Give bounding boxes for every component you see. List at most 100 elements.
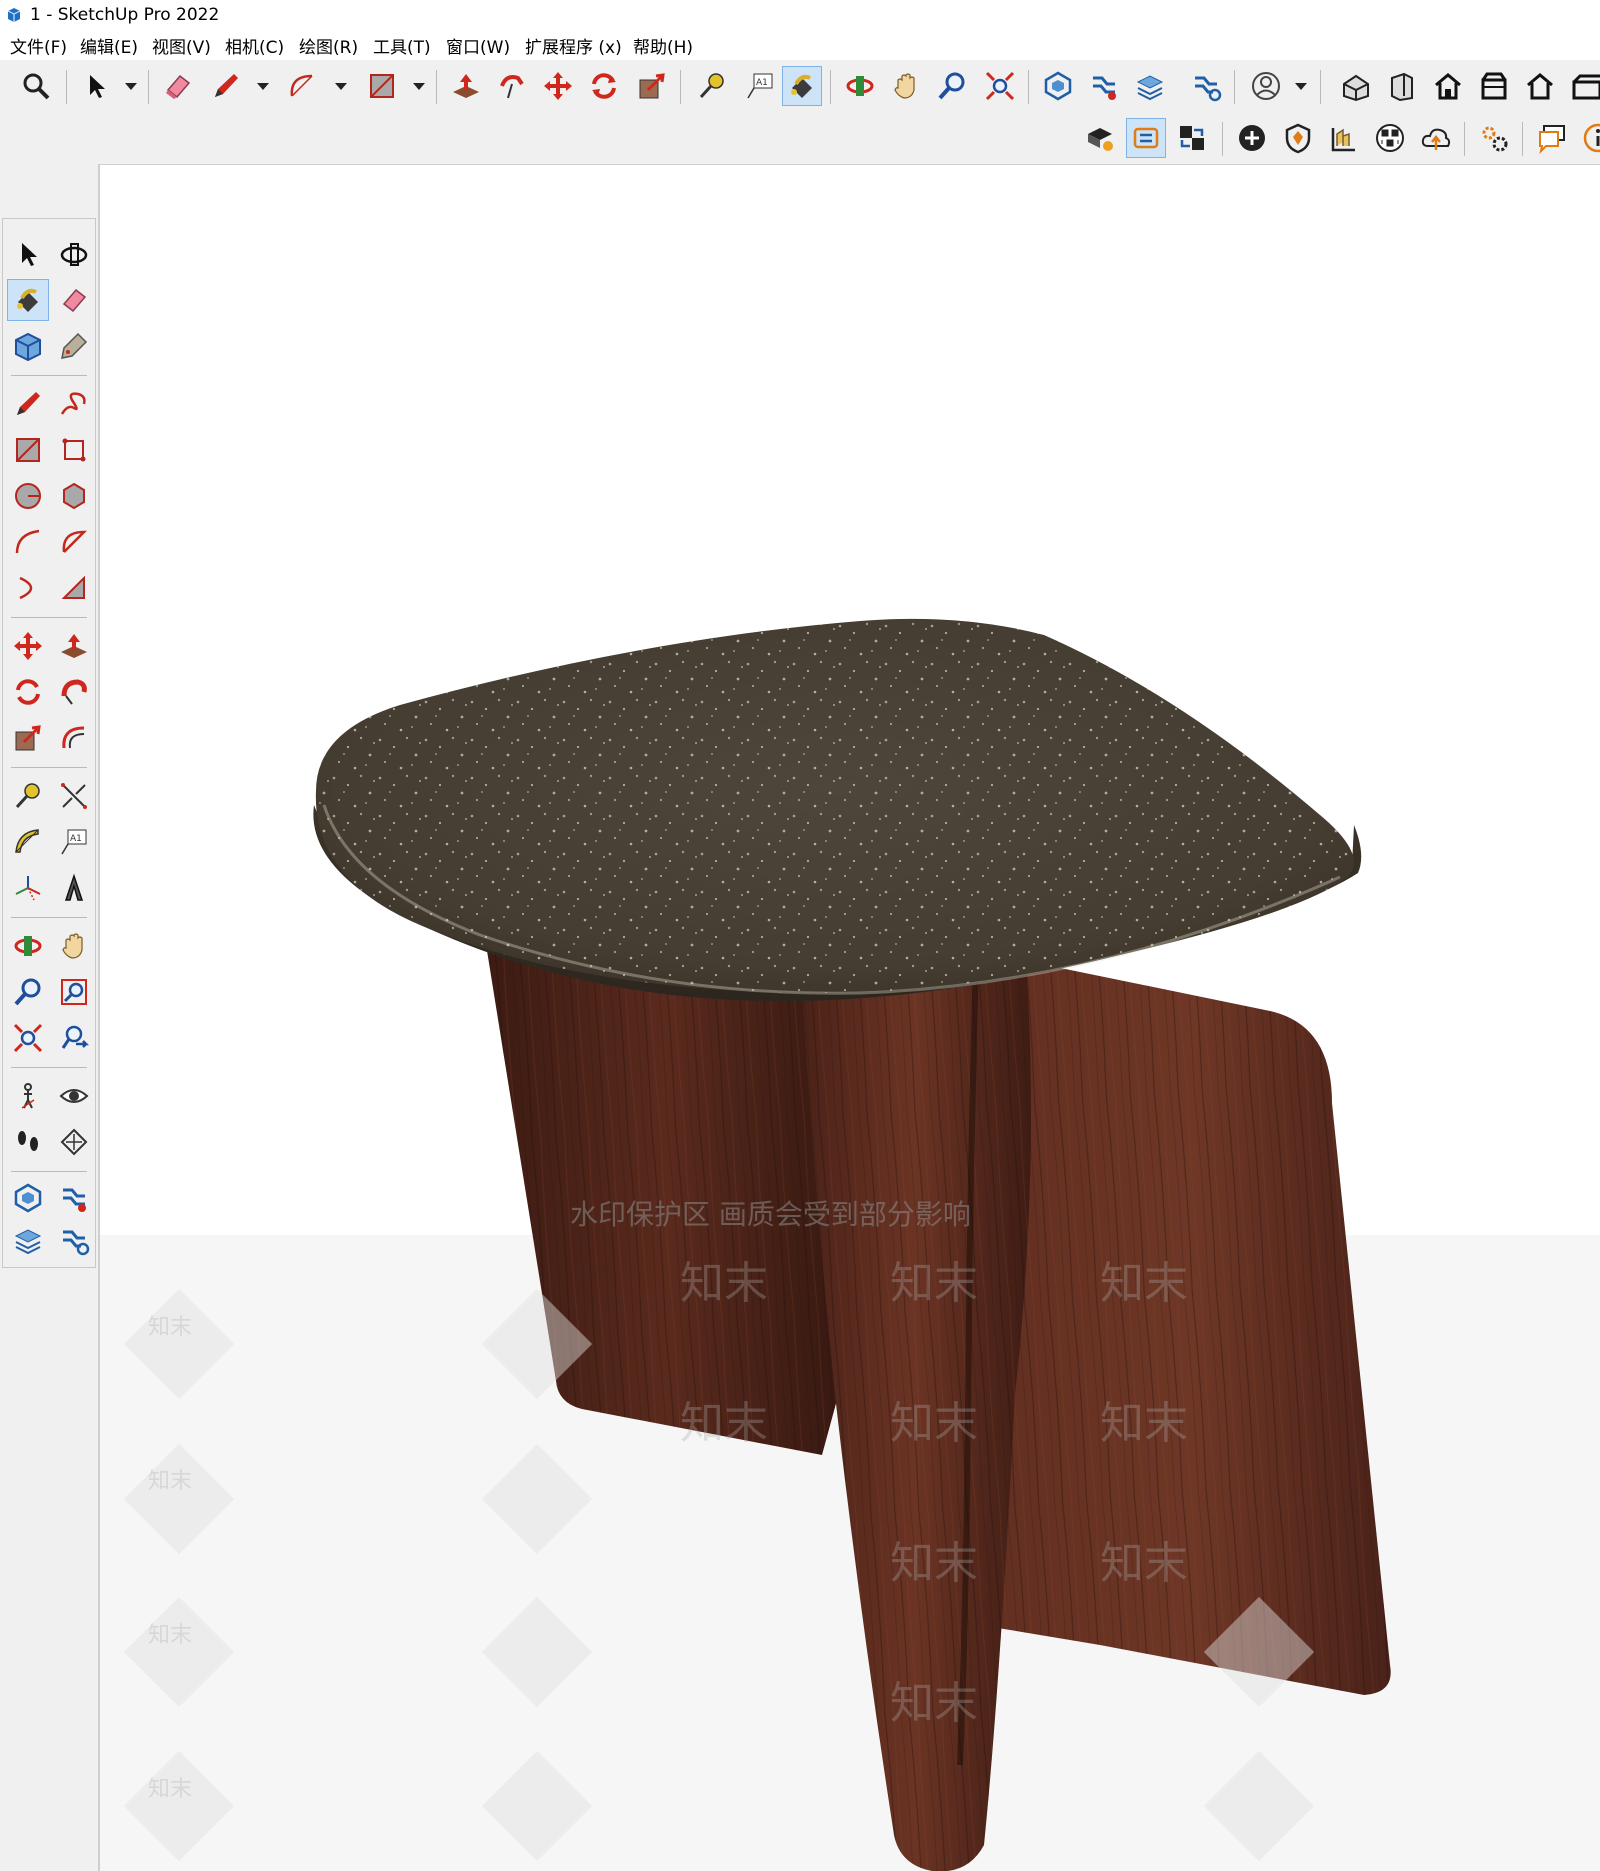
lt-3d-text-button[interactable]: [53, 867, 95, 909]
back-view-button[interactable]: [1520, 66, 1560, 106]
account-button[interactable]: [1246, 66, 1286, 106]
lt-extension-manager-button[interactable]: [53, 1219, 95, 1261]
lt-push-pull-button[interactable]: [53, 625, 95, 667]
lt-position-camera-button[interactable]: [7, 1075, 49, 1117]
pencil-dropdown-icon[interactable]: [256, 80, 270, 92]
lt-protractor-button[interactable]: [7, 821, 49, 863]
lt-section-plane-button[interactable]: [53, 1121, 95, 1163]
lt-previous-view-button[interactable]: [53, 1017, 95, 1059]
lt-two-point-arc-button[interactable]: [7, 567, 49, 609]
lt-zoom-extents-button[interactable]: [7, 1017, 49, 1059]
left-view-button[interactable]: [1566, 66, 1600, 106]
scale-button[interactable]: [632, 66, 672, 106]
lt-paint-bucket-button[interactable]: [7, 279, 49, 321]
sandbox-button[interactable]: [1324, 118, 1364, 158]
styles-button[interactable]: [1080, 118, 1120, 158]
zoom-extents-button[interactable]: [980, 66, 1020, 106]
lt-orbit-button[interactable]: [53, 233, 95, 275]
lt-3d-warehouse-button[interactable]: [7, 1177, 49, 1219]
extension-warehouse-button[interactable]: [1084, 66, 1124, 106]
menu-help[interactable]: 帮助(H): [633, 33, 693, 58]
lt-zoom-window-button[interactable]: [53, 971, 95, 1013]
lt-walk-button[interactable]: [7, 1121, 49, 1163]
left-view-icon: [1572, 74, 1600, 100]
lt-extension-warehouse-button[interactable]: [53, 1177, 95, 1219]
share-model-button[interactable]: [1172, 118, 1212, 158]
menu-camera[interactable]: 相机(C): [225, 33, 284, 58]
lt-pencil-button[interactable]: [7, 383, 49, 425]
arc-dropdown-icon[interactable]: [334, 80, 348, 92]
follow-me-button[interactable]: [492, 66, 532, 106]
lt-scale-button[interactable]: [7, 717, 49, 759]
lt-select-button[interactable]: [7, 233, 49, 275]
lt-look-around-button[interactable]: [53, 1075, 95, 1117]
model-viewport[interactable]: 水印保护区 画质会受到部分影响 知末 知末 知末 知末 知末 知末 知末 知末 …: [98, 164, 1600, 1871]
menu-file[interactable]: 文件(F): [10, 33, 67, 58]
orbit-button[interactable]: [840, 66, 880, 106]
menu-tools[interactable]: 工具(T): [373, 33, 431, 58]
lt-eraser-button[interactable]: [53, 279, 95, 321]
trimble-connect-button[interactable]: [1126, 118, 1166, 158]
checker-button[interactable]: [1370, 118, 1410, 158]
lt-layout-button[interactable]: [7, 1219, 49, 1261]
comment-button[interactable]: [1532, 118, 1572, 158]
move-button[interactable]: [538, 66, 578, 106]
right-view-button[interactable]: [1474, 66, 1514, 106]
pan-button[interactable]: [886, 66, 926, 106]
lt-follow-me-button[interactable]: [53, 671, 95, 713]
account-dropdown-icon[interactable]: [1294, 80, 1308, 92]
search-button[interactable]: [16, 66, 56, 106]
lt-three-point-arc-button[interactable]: [53, 567, 95, 609]
extension-manager-button[interactable]: [1186, 66, 1226, 106]
push-pull-button[interactable]: [446, 66, 486, 106]
protractor-icon: [15, 829, 39, 853]
menu-edit[interactable]: 编辑(E): [80, 33, 138, 58]
paint-bucket-button[interactable]: [782, 66, 822, 106]
tape-measure-button[interactable]: [692, 66, 732, 106]
lt-freehand-button[interactable]: [53, 383, 95, 425]
menu-draw[interactable]: 绘图(R): [299, 33, 358, 58]
cloud-upload-button[interactable]: [1416, 118, 1456, 158]
lt-component-button[interactable]: [7, 325, 49, 367]
lt-zoom-button[interactable]: [7, 971, 49, 1013]
layout-button[interactable]: [1130, 66, 1170, 106]
zoom-button[interactable]: [932, 66, 972, 106]
lt-orbit-camera-button[interactable]: [7, 925, 49, 967]
lt-arc-button[interactable]: [7, 521, 49, 563]
lt-offset-button[interactable]: [53, 717, 95, 759]
arc-button[interactable]: [282, 66, 322, 106]
lt-move-button[interactable]: [7, 625, 49, 667]
3d-warehouse-button[interactable]: [1038, 66, 1078, 106]
lt-polygon-button[interactable]: [53, 475, 95, 517]
rectangle-dropdown-icon[interactable]: [412, 80, 426, 92]
menu-view[interactable]: 视图(V): [152, 33, 211, 58]
lt-text-button[interactable]: A1: [53, 821, 95, 863]
select-button[interactable]: [76, 66, 116, 106]
info-button[interactable]: [1578, 118, 1600, 158]
lt-tag-button[interactable]: [53, 325, 95, 367]
lt-circle-button[interactable]: [7, 475, 49, 517]
front-view-button[interactable]: [1428, 66, 1468, 106]
lt-rectangle-button[interactable]: [7, 429, 49, 471]
settings-gears-button[interactable]: [1474, 118, 1514, 158]
add-location-button[interactable]: [1232, 118, 1272, 158]
lt-pie-button[interactable]: [53, 521, 95, 563]
rectangle-button[interactable]: [362, 66, 402, 106]
menu-extensions[interactable]: 扩展程序 (x): [525, 33, 622, 58]
lt-rotate-button[interactable]: [7, 671, 49, 713]
lt-rotated-rectangle-button[interactable]: [53, 429, 95, 471]
shield-button[interactable]: [1278, 118, 1318, 158]
pencil-button[interactable]: [206, 66, 246, 106]
eraser-button[interactable]: [158, 66, 198, 106]
select-dropdown-icon[interactable]: [124, 80, 138, 92]
top-view-button[interactable]: [1382, 66, 1422, 106]
menu-window[interactable]: 窗口(W): [446, 33, 510, 58]
lt-tape-measure-button[interactable]: [7, 775, 49, 817]
iso-view-button[interactable]: [1336, 66, 1376, 106]
lt-axes-button[interactable]: [7, 867, 49, 909]
text-button[interactable]: A1: [740, 66, 780, 106]
rotate-button[interactable]: [584, 66, 624, 106]
svg-text:A1: A1: [756, 78, 768, 88]
lt-dimension-button[interactable]: [53, 775, 95, 817]
lt-pan-button[interactable]: [53, 925, 95, 967]
